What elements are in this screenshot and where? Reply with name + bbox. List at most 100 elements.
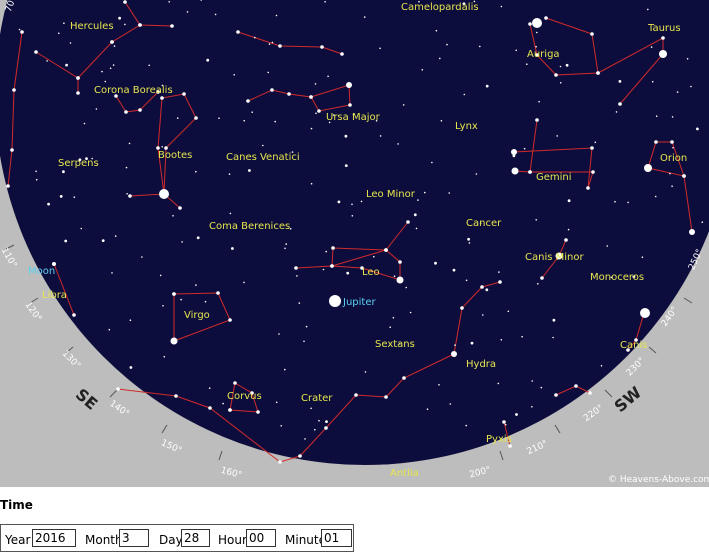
star — [482, 314, 484, 316]
star — [346, 271, 350, 275]
star — [398, 260, 402, 264]
star-aldebaran — [659, 50, 667, 58]
star — [228, 318, 232, 322]
star — [63, 22, 65, 25]
star — [124, 23, 126, 26]
star — [465, 279, 468, 282]
star — [285, 243, 288, 245]
star — [62, 170, 65, 174]
star — [682, 174, 686, 178]
star — [194, 116, 198, 120]
star — [379, 135, 382, 137]
star — [454, 344, 456, 346]
label-leo: Leo — [362, 267, 380, 278]
label-camelopardalis: Camelopardalis — [401, 2, 479, 13]
month-input[interactable] — [119, 529, 149, 547]
star — [251, 111, 253, 113]
star — [384, 248, 388, 252]
star — [172, 292, 176, 296]
star — [564, 238, 568, 242]
star — [161, 146, 163, 148]
star-regulus — [396, 276, 404, 284]
star — [20, 30, 24, 34]
star — [34, 50, 38, 54]
star — [35, 170, 37, 173]
star — [129, 366, 133, 369]
star — [218, 117, 220, 119]
label-antlia: Antlia — [390, 468, 419, 479]
star — [256, 410, 260, 414]
hour-input[interactable] — [246, 529, 276, 547]
star — [47, 202, 50, 206]
day-label: Day — [159, 533, 183, 547]
star — [467, 237, 470, 241]
label-gemini: Gemini — [536, 172, 572, 183]
star — [236, 30, 240, 34]
star — [559, 82, 562, 84]
star — [615, 111, 618, 113]
star — [360, 200, 363, 203]
star — [397, 143, 399, 145]
star — [325, 250, 328, 253]
star — [12, 88, 16, 92]
label-corona-borealis: Corona Borealis — [94, 85, 173, 96]
star — [65, 63, 68, 67]
star-spica — [170, 337, 178, 345]
star — [507, 310, 510, 313]
label-moon: Moon — [28, 266, 55, 277]
star — [523, 147, 526, 150]
star — [337, 200, 341, 204]
star — [214, 13, 217, 16]
star — [672, 147, 674, 149]
star — [402, 104, 405, 106]
star — [298, 302, 301, 304]
minute-input[interactable] — [321, 529, 352, 547]
label-sextans: Sextans — [375, 339, 415, 350]
star — [448, 192, 451, 194]
star-alphard — [451, 351, 457, 357]
star — [278, 460, 282, 464]
star — [670, 140, 674, 144]
star — [222, 402, 224, 405]
time-form: Year Month Day Hour Minute — [0, 524, 354, 552]
year-input[interactable] — [32, 529, 76, 547]
star — [498, 271, 500, 273]
star — [195, 284, 197, 286]
star — [327, 75, 329, 78]
label-canes-venatici: Canes Venatici — [226, 152, 300, 163]
star — [271, 41, 274, 44]
star — [528, 170, 532, 174]
star — [600, 365, 603, 367]
day-input[interactable] — [181, 529, 210, 547]
star — [389, 326, 392, 329]
star — [426, 408, 429, 411]
star — [340, 52, 344, 56]
star — [661, 36, 665, 40]
label-canis-minor: Canis Minor — [525, 252, 584, 263]
star — [182, 92, 186, 96]
star — [59, 195, 63, 198]
year-label: Year — [5, 533, 31, 547]
star — [463, 93, 466, 96]
star — [413, 213, 417, 217]
star — [208, 387, 211, 390]
star — [181, 241, 183, 243]
star — [351, 203, 353, 206]
star — [314, 428, 316, 431]
star — [552, 336, 554, 339]
credit-text: © Heavens-Above.com — [608, 475, 709, 485]
star — [18, 28, 21, 31]
label-auriga: Auriga — [527, 49, 560, 60]
star — [108, 328, 111, 331]
star — [535, 219, 537, 221]
star — [654, 140, 658, 144]
label-leo-minor: Leo Minor — [366, 189, 416, 200]
star — [671, 185, 673, 187]
star — [696, 127, 699, 131]
star — [363, 16, 366, 18]
star — [128, 142, 131, 145]
label-serpens: Serpens — [58, 158, 99, 169]
star — [322, 268, 325, 271]
star — [537, 283, 539, 285]
star — [449, 403, 452, 405]
